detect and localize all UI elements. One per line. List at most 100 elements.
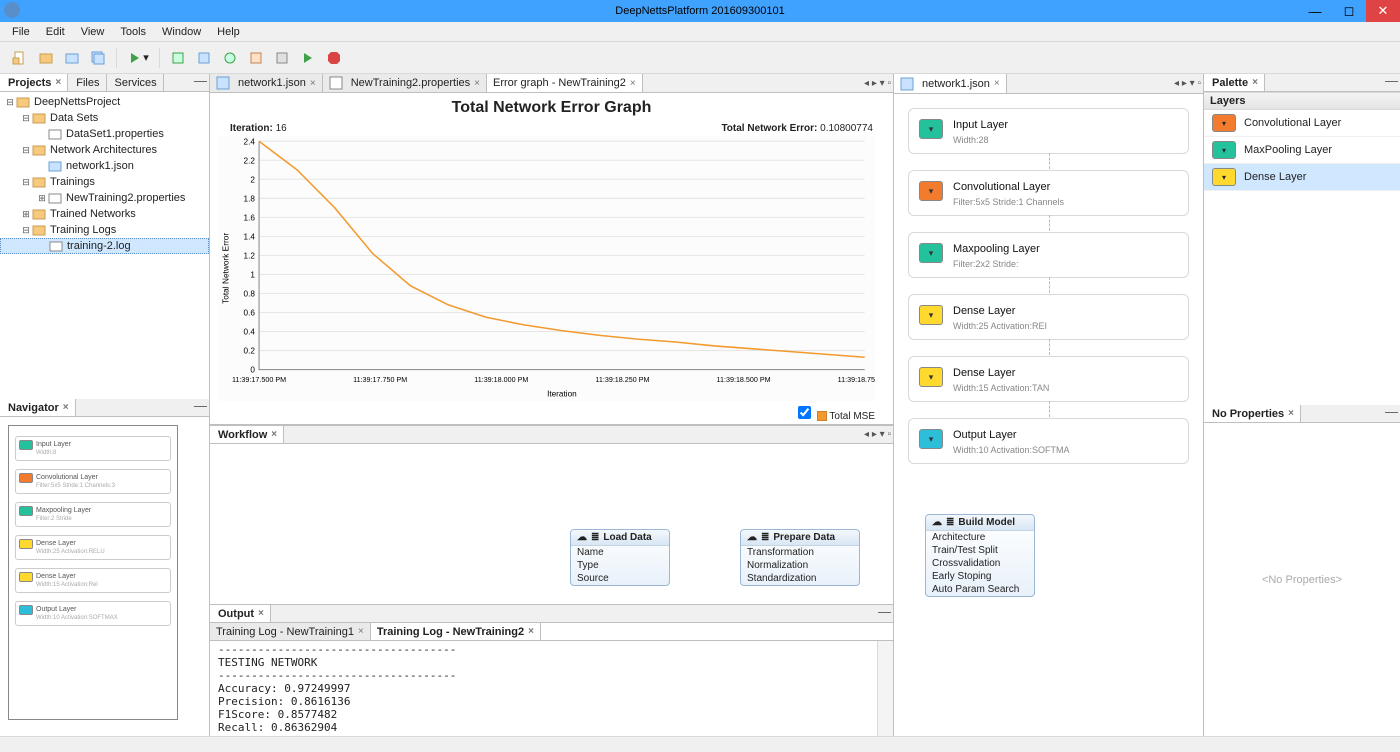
legend-checkbox[interactable]: [798, 406, 811, 419]
minimize-button[interactable]: —: [1298, 0, 1332, 22]
close-icon[interactable]: ×: [55, 77, 61, 88]
workflow-node-row[interactable]: Type: [571, 559, 669, 572]
output-subtab-1[interactable]: Training Log - NewTraining1×: [210, 623, 371, 640]
close-icon[interactable]: ×: [528, 626, 534, 637]
expand-icon[interactable]: ⊟: [20, 113, 32, 124]
palette-category[interactable]: Layers: [1204, 92, 1400, 110]
maximize-button[interactable]: ◻: [1332, 0, 1366, 22]
close-icon[interactable]: ×: [258, 608, 264, 619]
tab-navigator[interactable]: Navigator×: [0, 399, 76, 416]
layer-card[interactable]: ▾Maxpooling LayerFilter:2x2 Stride:: [908, 232, 1189, 278]
menu-help[interactable]: Help: [211, 24, 246, 40]
chart-legend[interactable]: Total MSE: [210, 401, 893, 424]
palette-item[interactable]: ▾Convolutional Layer: [1204, 110, 1400, 137]
tree-row[interactable]: DataSet1.properties: [0, 126, 209, 142]
close-button[interactable]: ✕: [1366, 0, 1400, 22]
tab-projects[interactable]: Projects×: [0, 74, 68, 91]
tree-row[interactable]: ⊞NewTraining2.properties: [0, 190, 209, 206]
tab-output[interactable]: Output×: [210, 605, 271, 622]
tree-row[interactable]: network1.json: [0, 158, 209, 174]
close-icon[interactable]: ×: [63, 402, 69, 413]
minimize-panel-button[interactable]: —: [194, 76, 207, 86]
close-icon[interactable]: ×: [474, 78, 480, 89]
run-train-button[interactable]: [296, 46, 320, 70]
tool-d[interactable]: [244, 46, 268, 70]
workflow-node-row[interactable]: Normalization: [741, 559, 859, 572]
expand-icon[interactable]: ⊟: [20, 145, 32, 156]
workflow-node-row[interactable]: Train/Test Split: [926, 544, 1034, 557]
output-console[interactable]: ------------------------------------ TES…: [210, 641, 877, 736]
close-icon[interactable]: ×: [630, 78, 636, 89]
close-icon[interactable]: ×: [994, 78, 1000, 89]
tree-row[interactable]: ⊞Trained Networks: [0, 206, 209, 222]
close-icon[interactable]: ×: [1252, 77, 1258, 88]
layer-card[interactable]: ▾Output LayerWidth:10 Activation:SOFTMA: [908, 418, 1189, 464]
close-icon[interactable]: ×: [271, 429, 277, 440]
layer-card[interactable]: ▾Dense LayerWidth:15 Activation:TAN: [908, 356, 1189, 402]
editor-tab-network[interactable]: network1.json×: [210, 74, 323, 92]
tree-row[interactable]: ⊟Trainings: [0, 174, 209, 190]
close-icon[interactable]: ×: [1288, 408, 1294, 419]
editor-tab-errorgraph[interactable]: Error graph - NewTraining2×: [487, 74, 643, 92]
editor-tab-nav[interactable]: ◂ ▸ ▾ ▫: [864, 78, 891, 89]
menu-file[interactable]: File: [6, 24, 36, 40]
menu-edit[interactable]: Edit: [40, 24, 71, 40]
expand-icon[interactable]: ⊟: [20, 177, 32, 188]
stop-button[interactable]: [322, 46, 346, 70]
tab-palette[interactable]: Palette×: [1204, 74, 1265, 91]
project-tree[interactable]: ⊟DeepNettsProject⊟Data SetsDataSet1.prop…: [0, 92, 209, 399]
workflow-node-row[interactable]: Standardization: [741, 572, 859, 585]
workflow-tab-nav[interactable]: ◂ ▸ ▾ ▫: [864, 429, 891, 440]
tab-files[interactable]: Files: [68, 74, 106, 91]
network-viewer-nav[interactable]: ◂ ▸ ▾ ▫: [1174, 78, 1201, 89]
navigator-thumbnail[interactable]: Input LayerWidth:8Convolutional LayerFil…: [8, 425, 178, 720]
tree-row[interactable]: ⊟Training Logs: [0, 222, 209, 238]
close-icon[interactable]: ×: [310, 78, 316, 89]
open-button[interactable]: [60, 46, 84, 70]
minimize-panel-button[interactable]: —: [194, 401, 207, 411]
tree-row[interactable]: training-2.log: [0, 238, 209, 254]
output-subtab-2[interactable]: Training Log - NewTraining2×: [371, 623, 541, 640]
expand-icon[interactable]: ⊞: [20, 209, 32, 220]
tree-row[interactable]: ⊟Network Architectures: [0, 142, 209, 158]
minimize-panel-button[interactable]: —: [1385, 76, 1398, 86]
layer-card[interactable]: ▾Convolutional LayerFilter:5x5 Stride:1 …: [908, 170, 1189, 216]
new-file-button[interactable]: [8, 46, 32, 70]
workflow-node-row[interactable]: Early Stoping: [926, 570, 1034, 583]
network-viewer-tab[interactable]: network1.json×: [894, 74, 1007, 93]
workflow-node-row[interactable]: Name: [571, 546, 669, 559]
tree-row[interactable]: ⊟DeepNettsProject: [0, 94, 209, 110]
workflow-node[interactable]: ☁≣ Load DataNameTypeSource: [570, 529, 670, 586]
layer-card[interactable]: ▾Input LayerWidth:28: [908, 108, 1189, 154]
menu-tools[interactable]: Tools: [114, 24, 152, 40]
workflow-node-row[interactable]: Architecture: [926, 531, 1034, 544]
workflow-node-row[interactable]: Transformation: [741, 546, 859, 559]
tool-e[interactable]: [270, 46, 294, 70]
workflow-canvas[interactable]: ☁≣ Load DataNameTypeSource ☁≣ Prepare Dat…: [210, 444, 893, 604]
save-all-button[interactable]: [86, 46, 110, 70]
tool-b[interactable]: [192, 46, 216, 70]
new-project-button[interactable]: [34, 46, 58, 70]
menu-view[interactable]: View: [75, 24, 111, 40]
tab-services[interactable]: Services: [107, 74, 164, 91]
editor-tab-training[interactable]: NewTraining2.properties×: [323, 74, 487, 92]
palette-item[interactable]: ▾MaxPooling Layer: [1204, 137, 1400, 164]
palette-item[interactable]: ▾Dense Layer: [1204, 164, 1400, 191]
workflow-node[interactable]: ☁≣ Build ModelArchitectureTrain/Test Spl…: [925, 514, 1035, 597]
workflow-node-row[interactable]: Source: [571, 572, 669, 585]
tool-c[interactable]: [218, 46, 242, 70]
workflow-node-row[interactable]: Auto Param Search: [926, 583, 1034, 596]
expand-icon[interactable]: ⊟: [4, 97, 16, 108]
run-button[interactable]: ▾: [123, 46, 153, 70]
network-viewer[interactable]: ▾Input LayerWidth:28 ▾Convolutional Layer…: [894, 94, 1203, 736]
expand-icon[interactable]: ⊞: [36, 193, 48, 204]
minimize-panel-button[interactable]: —: [878, 607, 891, 617]
close-icon[interactable]: ×: [358, 626, 364, 637]
workflow-node[interactable]: ☁≣ Prepare DataTransformationNormalizati…: [740, 529, 860, 586]
tab-no-properties[interactable]: No Properties×: [1204, 405, 1301, 422]
workflow-node-row[interactable]: Crossvalidation: [926, 557, 1034, 570]
tab-workflow[interactable]: Workflow×: [210, 426, 284, 443]
scrollbar[interactable]: [877, 641, 893, 736]
tool-a[interactable]: [166, 46, 190, 70]
tree-row[interactable]: ⊟Data Sets: [0, 110, 209, 126]
